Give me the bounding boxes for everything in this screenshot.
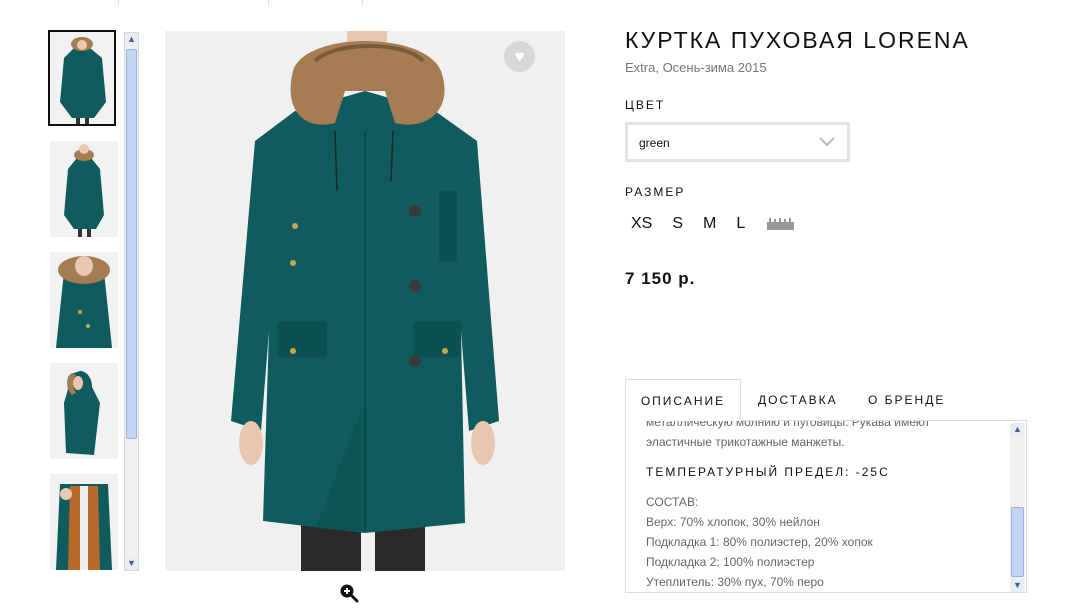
thumbnail-5[interactable] [50,474,118,570]
composition-line: Верх: 70% хлопок, 30% нейлон [646,515,820,529]
tab-delivery[interactable]: ДОСТАВКА [758,379,838,421]
description-text: металлическую молнию и пуговицы. Рукава … [646,421,1004,592]
size-option-m[interactable]: M [703,215,716,233]
thumbnail-1[interactable] [48,30,116,126]
size-option-s[interactable]: S [672,215,683,233]
scroll-thumb[interactable] [126,49,137,439]
color-select[interactable]: green [625,122,850,162]
scroll-up-icon[interactable]: ▲ [1011,423,1024,436]
ruler-icon[interactable] [767,218,795,230]
description-panel[interactable]: металлическую молнию и пуговицы. Рукава … [625,420,1027,593]
size-option-xs[interactable]: XS [631,215,652,233]
thumbnail-scrollbar[interactable]: ▲ ▼ [124,32,139,571]
zoom-in-icon[interactable] [339,583,359,603]
composition-line: Подкладка 1: 80% полиэстер, 20% хопок [646,535,873,549]
jacket-photo [165,31,565,571]
thumbnail-image [50,141,118,237]
composition-line: Утеплитель: 30% пух, 70% перо [646,575,824,589]
main-product-image[interactable] [165,31,565,571]
thumbnail-image [50,32,114,124]
scroll-down-icon[interactable]: ▼ [125,557,138,570]
thumbnail-3[interactable] [50,252,118,348]
scroll-up-icon[interactable]: ▲ [125,33,138,46]
product-price: 7 150 р. [625,269,696,288]
product-title: КУРТКА ПУХОВАЯ LORENA [625,27,970,53]
thumbnail-4[interactable] [50,363,118,459]
thumbnail-image [50,474,118,570]
temperature-limit: ТЕМПЕРАТУРНЫЙ ПРЕДЕЛ: -25С [646,465,890,479]
heart-icon[interactable]: ♥ [504,41,535,72]
thumbnail-image [50,252,118,348]
product-subtitle: Extra, Осень-зима 2015 [625,60,767,75]
composition-line: Подкладка 2: 100% полиэстер [646,555,815,569]
description-line: эластичные трикотажные манжеты. [646,435,845,449]
color-label: ЦВЕТ [625,98,666,112]
chevron-down-icon [819,137,835,147]
description-scrollbar[interactable]: ▲ ▼ [1010,423,1025,592]
tab-description[interactable]: ОПИСАНИЕ [625,379,741,421]
thumbnail-list [48,30,122,571]
scroll-thumb[interactable] [1011,507,1024,577]
size-option-l[interactable]: L [736,215,745,233]
thumbnail-image [50,363,118,459]
thumbnail-2[interactable] [50,141,118,237]
composition-label: СОСТАВ: [646,495,699,509]
size-label: РАЗМЕР [625,185,686,199]
color-select-value: green [639,136,670,150]
scroll-down-icon[interactable]: ▼ [1011,579,1024,592]
top-divider [0,0,1088,6]
size-options: XS S M L [631,215,795,233]
tab-brand[interactable]: О БРЕНДЕ [868,379,945,421]
